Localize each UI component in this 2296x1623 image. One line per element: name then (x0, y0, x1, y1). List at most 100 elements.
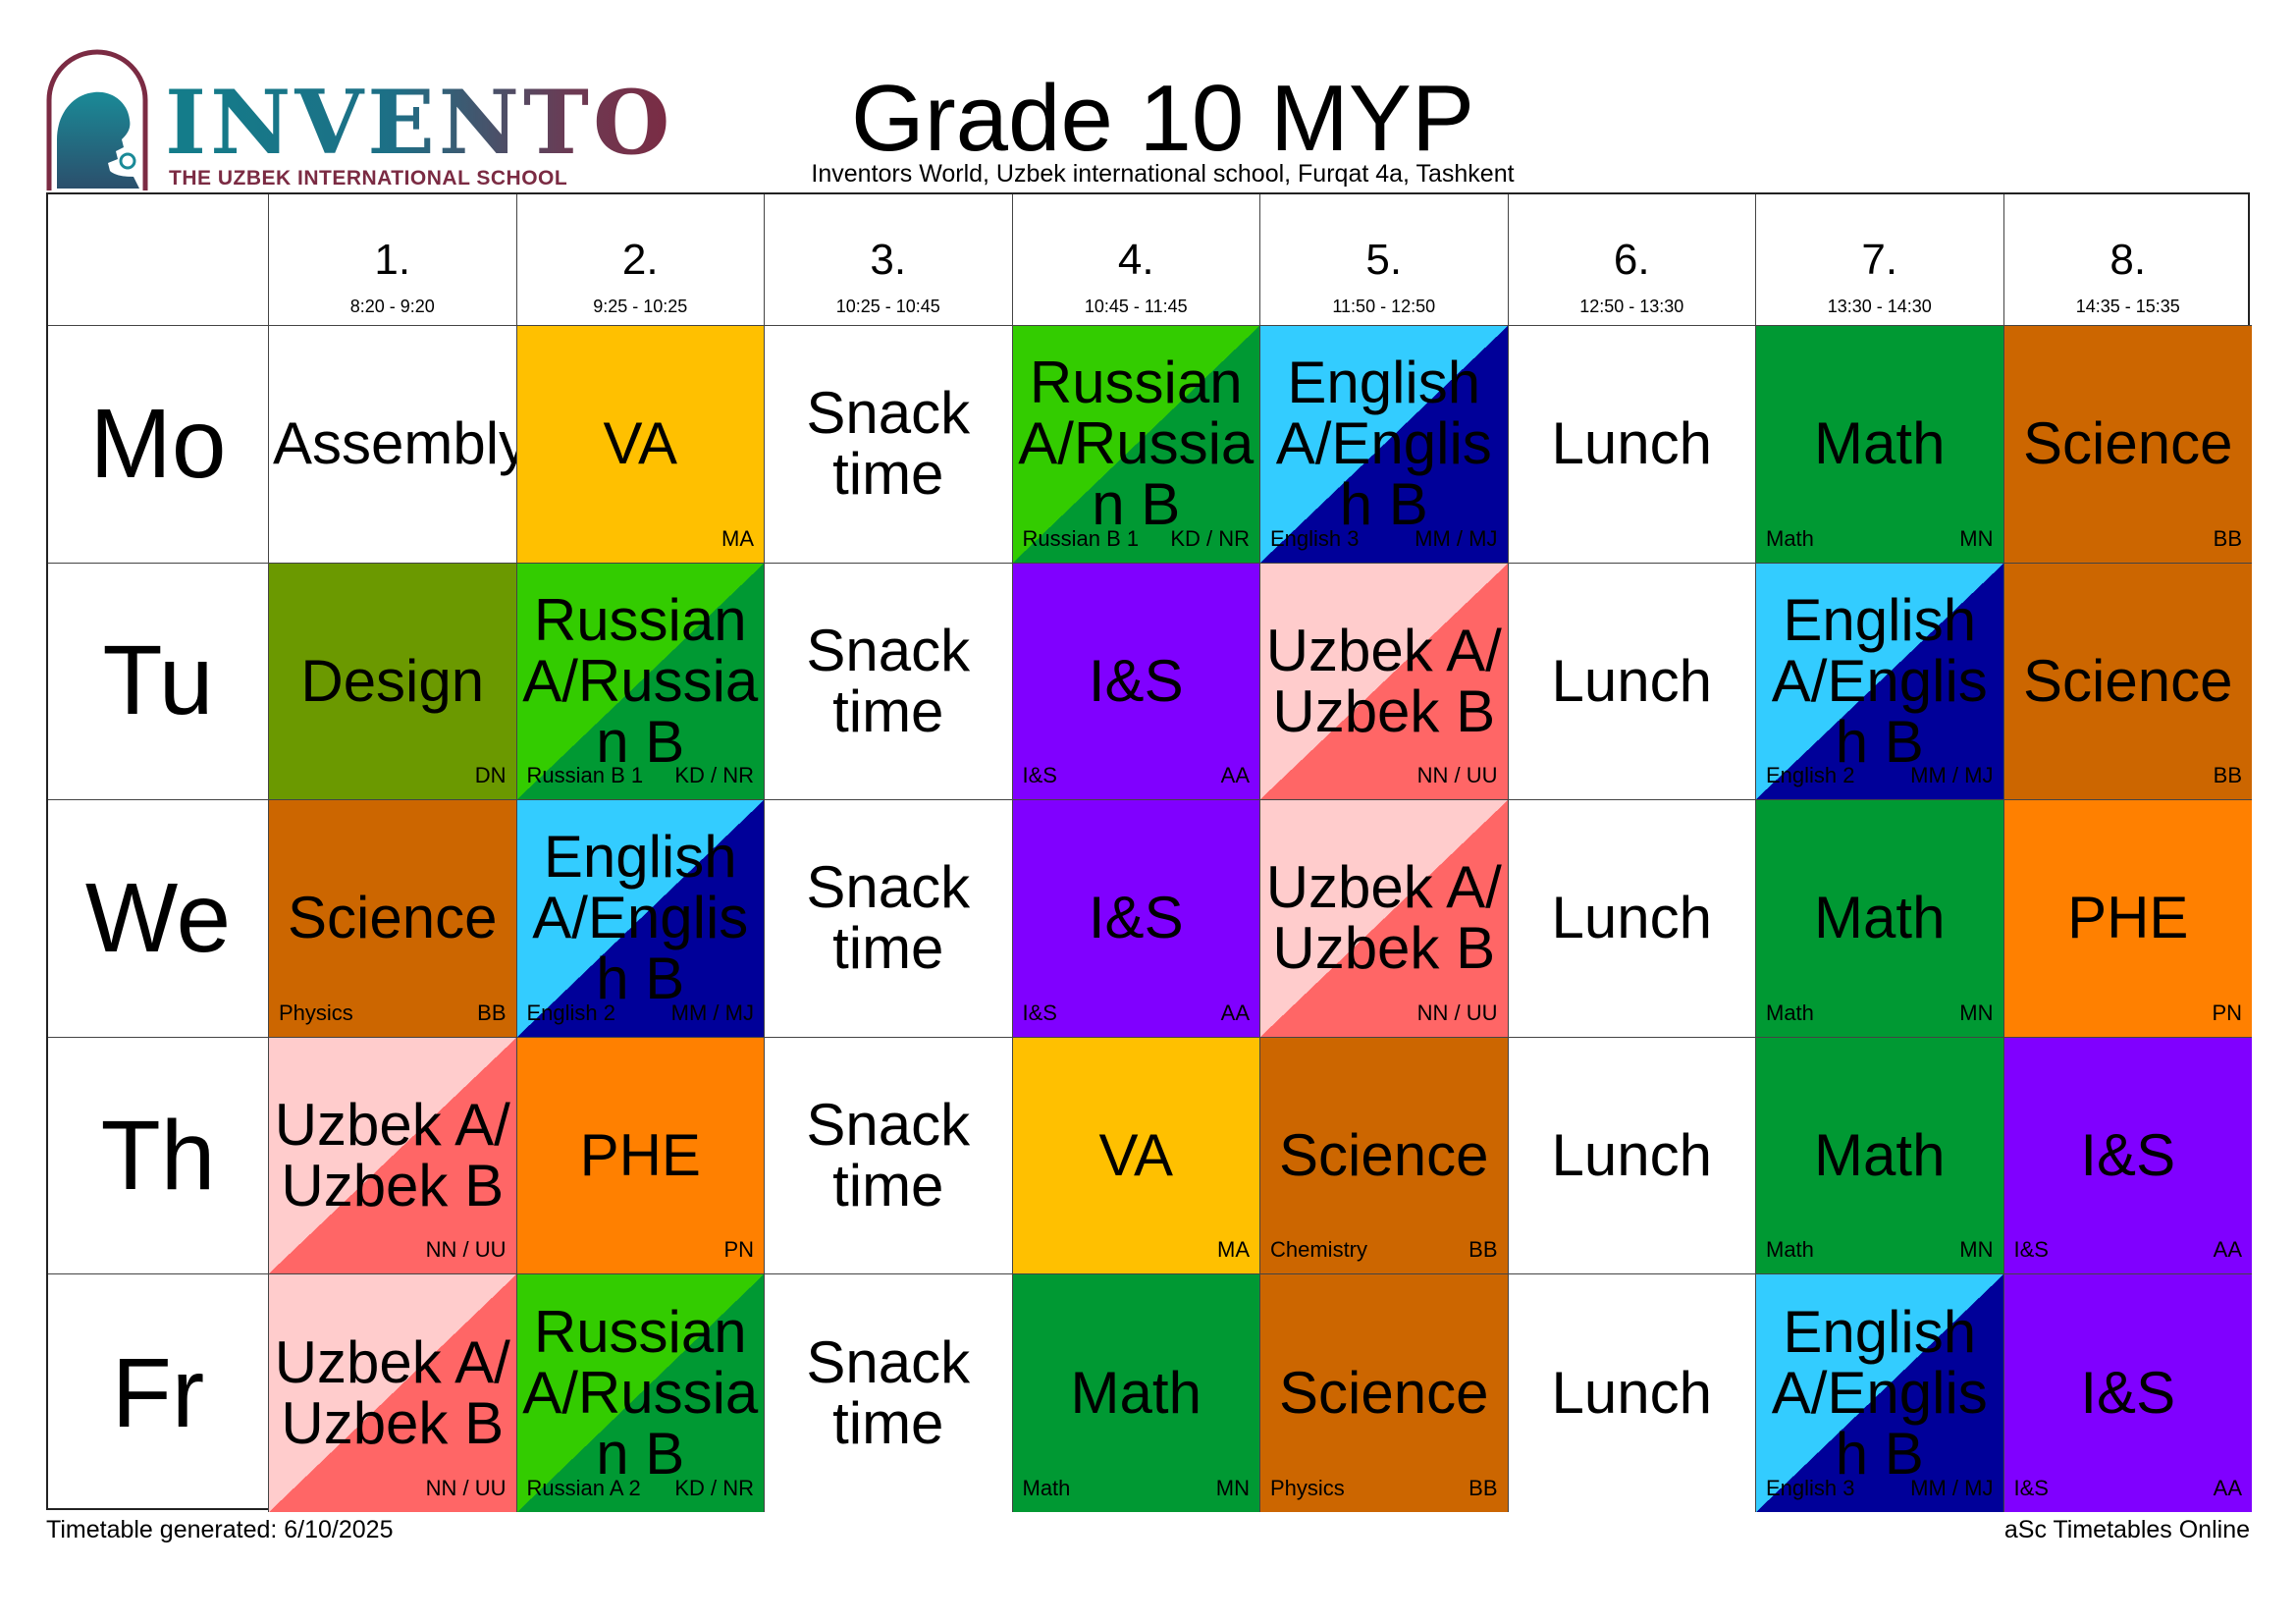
lesson-name: VA (1098, 1122, 1174, 1189)
teacher-initials: BB (2213, 763, 2242, 788)
lesson-cell[interactable]: Lunch (1508, 1274, 1756, 1512)
lesson-cell[interactable]: English A/English B English 2 MM / MJ (1756, 563, 2004, 801)
lesson-cell[interactable]: Snack time (765, 326, 1013, 564)
lesson-cell[interactable]: Uzbek A/Uzbek B NN / UU (1260, 563, 1509, 801)
lesson-name: Snack time (806, 1092, 971, 1219)
lesson-cell[interactable]: Snack time (765, 563, 1013, 801)
lesson-name: Science (2023, 647, 2233, 714)
teacher-initials: AA (2213, 1237, 2242, 1263)
lesson-cell[interactable]: I&S I&S AA (2003, 1037, 2252, 1275)
lesson-name: Uzbek A/Uzbek B (274, 1329, 510, 1457)
lesson-cell[interactable]: Russian A/Russian B Russian A 2 KD / NR (516, 1274, 765, 1512)
lesson-cell[interactable]: Uzbek A/Uzbek B NN / UU (269, 1274, 517, 1512)
lesson-name: Design (300, 647, 485, 714)
lesson-name: Snack time (806, 617, 971, 744)
lesson-name: Russian A/Russian B (522, 1299, 759, 1488)
period-number: 6. (1613, 236, 1650, 284)
lesson-cell[interactable]: English A/English B English 3 MM / MJ (1260, 326, 1509, 564)
lesson-cell[interactable]: Russian A/Russian B Russian B 1 KD / NR (516, 563, 765, 801)
lesson-cell[interactable]: Math Math MN (1756, 1037, 2004, 1275)
lesson-name: I&S (1088, 647, 1184, 714)
lesson-cell[interactable]: I&S I&S AA (1012, 800, 1260, 1038)
teacher-initials: MN (1959, 1000, 1994, 1025)
lesson-group: English 3 (1766, 1475, 1855, 1500)
lesson-cell[interactable]: English A/English B English 2 MM / MJ (516, 800, 765, 1038)
lesson-cell[interactable]: VA MA (1012, 1037, 1260, 1275)
generated-date: Timetable generated: 6/10/2025 (46, 1516, 394, 1543)
lesson-name: PHE (2067, 885, 2189, 951)
lesson-cell[interactable]: English A/English B English 3 MM / MJ (1756, 1274, 2004, 1512)
lesson-name: Science (2023, 410, 2233, 477)
teacher-initials: KD / NR (674, 763, 754, 788)
credit-text: aSc Timetables Online (2003, 1516, 2250, 1543)
lesson-name: English A/English B (1275, 350, 1492, 538)
lesson-cell[interactable]: PHE PN (516, 1037, 765, 1275)
lesson-cell[interactable]: Math Math MN (1012, 1274, 1260, 1512)
teacher-initials: BB (477, 1000, 507, 1025)
teacher-initials: MN (1215, 1475, 1250, 1500)
teacher-initials: AA (2213, 1475, 2242, 1500)
teacher-initials: KD / NR (1170, 525, 1250, 551)
lesson-cell[interactable]: Lunch (1508, 1037, 1756, 1275)
lesson-name: I&S (2080, 1122, 2176, 1189)
lesson-group: Russian A 2 (526, 1475, 641, 1500)
lesson-cell[interactable]: Science Physics BB (269, 800, 517, 1038)
lesson-group: Math (1766, 1000, 1814, 1025)
lesson-name: Uzbek A/Uzbek B (1265, 854, 1502, 982)
lesson-cell[interactable]: Snack time (765, 1274, 1013, 1512)
lesson-cell[interactable]: Assembly (269, 326, 517, 564)
lesson-name: Lunch (1551, 410, 1712, 477)
lesson-cell[interactable]: VA MA (516, 326, 765, 564)
lesson-cell[interactable]: Science Chemistry BB (1260, 1037, 1509, 1275)
lesson-cell[interactable]: Lunch (1508, 800, 1756, 1038)
lesson-cell[interactable]: I&S I&S AA (1012, 563, 1260, 801)
lesson-cell[interactable]: Snack time (765, 800, 1013, 1038)
lesson-group: Physics (279, 1000, 353, 1025)
lesson-cell[interactable]: Lunch (1508, 326, 1756, 564)
lesson-cell[interactable]: PHE PN (2003, 800, 2252, 1038)
lesson-group: I&S (2013, 1475, 2049, 1500)
period-number: 7. (1861, 236, 1898, 284)
teacher-initials: NN / UU (1416, 763, 1498, 788)
period-number: 1. (374, 236, 411, 284)
teacher-initials: MM / MJ (670, 1000, 754, 1025)
timetable-grid: 1. 8:20 - 9:20 2. 9:25 - 10:25 3. 10:25 - 10:… (46, 192, 2252, 1512)
period-number: 2. (621, 236, 659, 284)
lesson-group: I&S (2013, 1237, 2049, 1263)
period-number: 3. (870, 236, 907, 284)
lesson-cell[interactable]: Snack time (765, 1037, 1013, 1275)
lesson-name: Math (1070, 1360, 1201, 1427)
lesson-cell[interactable]: Uzbek A/Uzbek B NN / UU (1260, 800, 1509, 1038)
period-number: 8. (2109, 236, 2147, 284)
lesson-name: I&S (2080, 1360, 2176, 1427)
lesson-cell[interactable]: Science BB (2003, 326, 2252, 564)
lesson-group: English 2 (1766, 763, 1855, 788)
lesson-cell[interactable]: Math Math MN (1756, 800, 2004, 1038)
lesson-name: Lunch (1551, 647, 1712, 714)
lesson-cell[interactable]: Science Physics BB (1260, 1274, 1509, 1512)
day-label: Mo (48, 326, 269, 564)
period-time: 11:50 - 12:50 (1332, 297, 1436, 316)
lesson-cell[interactable]: Lunch (1508, 563, 1756, 801)
lesson-name: Snack time (806, 380, 971, 508)
lesson-group: English 2 (526, 1000, 616, 1025)
period-time: 9:25 - 10:25 (593, 297, 688, 316)
period-header: 4. 10:45 - 11:45 (1012, 194, 1260, 326)
lesson-cell[interactable]: Russian A/Russian B Russian B 1 KD / NR (1012, 326, 1260, 564)
lesson-cell[interactable]: Math Math MN (1756, 326, 2004, 564)
period-time: 8:20 - 9:20 (349, 297, 435, 316)
lesson-cell[interactable]: Design DN (269, 563, 517, 801)
lesson-cell[interactable]: Uzbek A/Uzbek B NN / UU (269, 1037, 517, 1275)
teacher-initials: MM / MJ (1910, 1475, 1994, 1500)
day-label: Tu (48, 563, 269, 801)
lesson-group: Math (1766, 1237, 1814, 1263)
period-header: 1. 8:20 - 9:20 (269, 194, 517, 326)
lesson-name: Snack time (806, 1329, 971, 1457)
lesson-cell[interactable]: Science BB (2003, 563, 2252, 801)
teacher-initials: MA (1217, 1237, 1250, 1263)
lesson-name: Science (1279, 1122, 1489, 1189)
lesson-group: English 3 (1270, 525, 1360, 551)
teacher-initials: BB (2213, 525, 2242, 551)
lesson-name: Math (1814, 885, 1946, 951)
lesson-cell[interactable]: I&S I&S AA (2003, 1274, 2252, 1512)
